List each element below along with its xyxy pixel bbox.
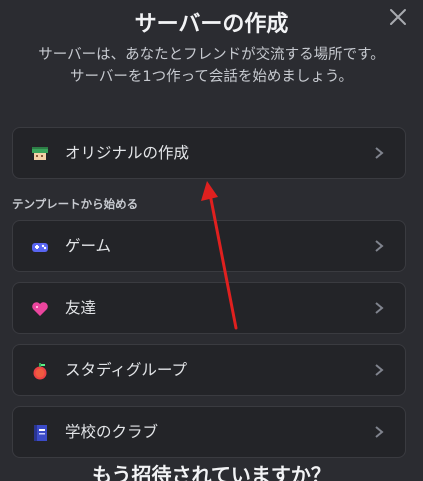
template-study-group-label: スタディグループ [65, 361, 187, 379]
book-icon [34, 425, 47, 441]
modal-subtitle: サーバーは、あなたとフレンドが交流する場所です。 サーバーを1つ作って会話を始め… [0, 44, 423, 88]
apple-icon [33, 363, 47, 380]
template-gaming-option[interactable]: ゲーム [12, 220, 406, 272]
heart-icon [32, 302, 48, 316]
template-school-club-option[interactable]: 学校のクラブ [12, 406, 406, 458]
template-friends-option[interactable]: 友達 [12, 282, 406, 334]
modal-title: サーバーの作成 [134, 12, 289, 37]
template-study-group-option[interactable]: スタディグループ [12, 344, 406, 396]
template-friends-label: 友達 [65, 299, 97, 317]
subtitle-line-2: サーバーを1つ作って会話を始めましょう。 [70, 69, 353, 85]
gamepad-icon [32, 243, 48, 252]
chevron-right-icon [375, 147, 384, 159]
chevron-right-icon [375, 426, 384, 438]
hand-build-icon [32, 147, 48, 160]
template-gaming-label: ゲーム [65, 237, 112, 255]
create-own-option[interactable]: オリジナルの作成 [12, 127, 406, 179]
create-own-label: オリジナルの作成 [65, 144, 190, 162]
chevron-right-icon [375, 364, 384, 376]
close-button[interactable] [386, 5, 410, 29]
close-icon[interactable] [386, 5, 410, 29]
chevron-right-icon [375, 302, 384, 314]
template-school-club-label: 学校のクラブ [65, 423, 159, 441]
create-server-modal: サーバーの作成 サーバーは、あなたとフレンドが交流する場所です。 サーバーを1つ… [0, 0, 423, 481]
subtitle-line-1: サーバーは、あなたとフレンドが交流する場所です。 [38, 47, 385, 63]
already-invited-heading: もう招待されていますか？ [92, 463, 331, 481]
chevron-right-icon [375, 240, 384, 252]
templates-heading: テンプレートから始める [12, 197, 139, 211]
